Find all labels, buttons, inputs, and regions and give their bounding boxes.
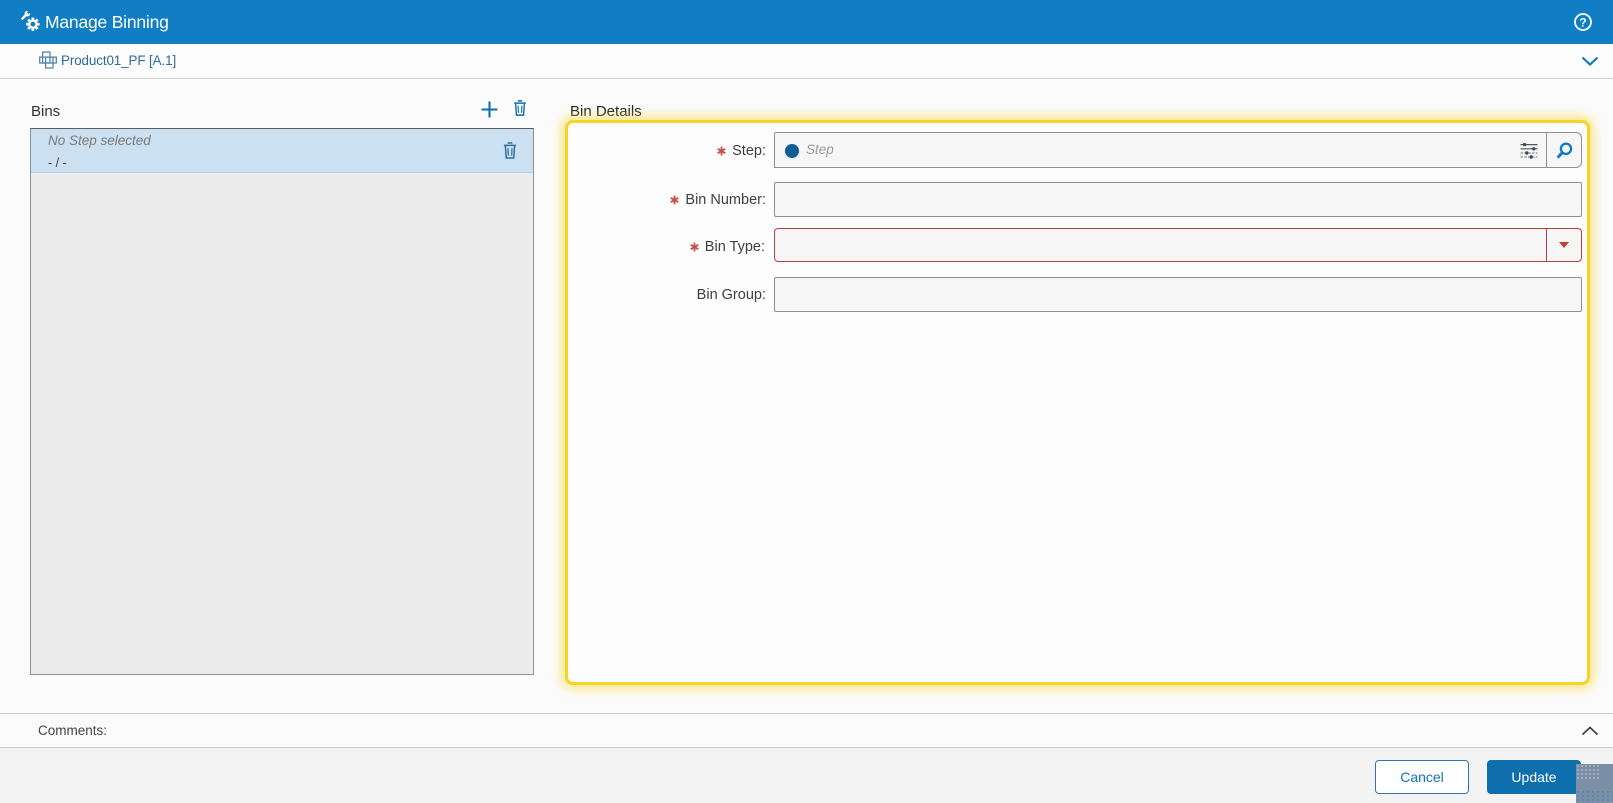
svg-text:?: ?	[1579, 15, 1586, 29]
